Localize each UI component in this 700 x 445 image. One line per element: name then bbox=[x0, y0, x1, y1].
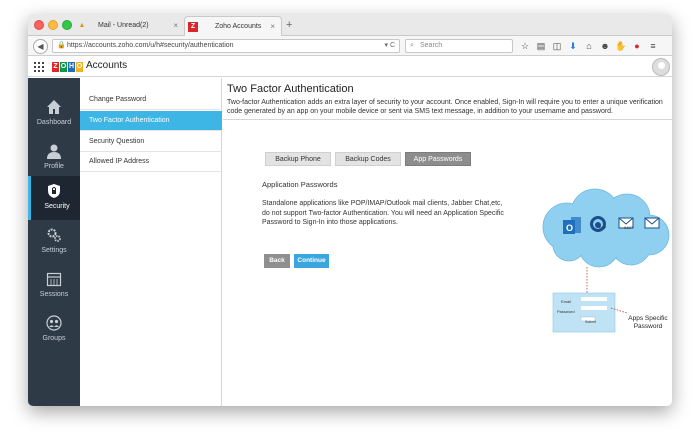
minimize-window-button[interactable] bbox=[48, 20, 58, 30]
subnav-security-question[interactable]: Security Question bbox=[80, 132, 222, 152]
url-bar[interactable]: 🔒 https://accounts.zoho.com/u/h#security… bbox=[52, 39, 400, 53]
search-icon: ⌕ bbox=[410, 42, 414, 49]
emoji-icon[interactable]: ☻ bbox=[599, 39, 611, 53]
continue-button[interactable]: Continue bbox=[294, 254, 329, 268]
imap-label: IMAP bbox=[624, 226, 633, 230]
toolbar-icons: ☆ ▤ ◫ ⬇ ⌂ ☻ ✋ ● ≡ bbox=[519, 39, 659, 53]
nav-dashboard[interactable]: Dashboard bbox=[28, 92, 80, 136]
browser-window: ▲ Mail - Unread(2) × Z Zoho Accounts × +… bbox=[28, 14, 672, 406]
form-submit-label: Submit bbox=[585, 320, 596, 324]
tab-label: Zoho Accounts bbox=[215, 23, 262, 30]
form-email-label: Email bbox=[561, 299, 572, 304]
browser-toolbar: ◀ 🔒 https://accounts.zoho.com/u/h#securi… bbox=[28, 36, 672, 56]
tab-strip: ▲ Mail - Unread(2) × Z Zoho Accounts × + bbox=[28, 14, 672, 36]
home-button-icon[interactable]: ⌂ bbox=[583, 39, 595, 53]
nav-groups[interactable]: Groups bbox=[28, 308, 80, 352]
section-title: Application Passwords bbox=[262, 180, 338, 189]
new-tab-icon[interactable]: + bbox=[286, 16, 292, 34]
back-button[interactable]: Back bbox=[264, 254, 290, 268]
shield-icon bbox=[48, 184, 60, 198]
lock-icon: 🔒 bbox=[57, 42, 66, 49]
adblock-icon[interactable]: ● bbox=[631, 39, 643, 53]
form-password-label: Password bbox=[557, 309, 575, 314]
zoho-logo: Z O H O bbox=[52, 62, 83, 72]
tab-label: Mail - Unread(2) bbox=[98, 22, 149, 29]
close-window-button[interactable] bbox=[34, 20, 44, 30]
cloud-diagram: O bbox=[542, 188, 670, 333]
gear-icon bbox=[47, 228, 61, 242]
reload-icon[interactable]: ▾ C bbox=[384, 40, 395, 52]
app-password-illustration: O POP IMAP Email Password Submit Apps Sp… bbox=[523, 183, 672, 383]
main-content: Two Factor Authentication Two-factor Aut… bbox=[223, 78, 672, 406]
app-title: Accounts bbox=[86, 60, 128, 71]
subnav-allowed-ip[interactable]: Allowed IP Address bbox=[80, 152, 222, 172]
pop-label: POP bbox=[599, 226, 607, 230]
nav-sessions[interactable]: Sessions bbox=[28, 264, 80, 308]
section-text: Standalone applications like POP/IMAP/Ou… bbox=[262, 200, 504, 226]
page-title: Two Factor Authentication bbox=[227, 83, 354, 95]
menu-icon[interactable]: ≡ bbox=[647, 39, 659, 53]
nav-security[interactable]: Security bbox=[28, 176, 80, 220]
app-header: Z O H O Accounts bbox=[28, 57, 672, 77]
url-text: https://accounts.zoho.com/u/h#security/a… bbox=[67, 42, 234, 49]
browser-tab-mail[interactable]: ▲ Mail - Unread(2) × bbox=[74, 16, 184, 36]
person-icon bbox=[47, 144, 61, 159]
subnav-two-factor[interactable]: Two Factor Authentication bbox=[80, 111, 222, 131]
tfa-tabs: Backup Phone Backup Codes App Passwords bbox=[265, 152, 471, 166]
nav-settings[interactable]: Settings bbox=[28, 220, 80, 264]
search-placeholder: Search bbox=[420, 42, 443, 49]
pocket-icon[interactable]: ◫ bbox=[551, 39, 563, 53]
left-nav: Dashboard Profile Security Settings Sess… bbox=[28, 78, 80, 406]
tab-backup-codes[interactable]: Backup Codes bbox=[335, 152, 401, 166]
home-icon bbox=[47, 100, 61, 114]
divider bbox=[223, 119, 672, 120]
calendar-icon bbox=[46, 272, 62, 287]
security-subnav: Change Password Two Factor Authenticatio… bbox=[80, 78, 222, 406]
page-description: Two-factor Authentication adds an extra … bbox=[227, 99, 663, 115]
mail-favicon-icon: ▲ bbox=[78, 22, 86, 29]
tab-close-icon[interactable]: × bbox=[270, 17, 275, 37]
browser-search-input[interactable]: ⌕ Search bbox=[405, 39, 513, 53]
tab-app-passwords[interactable]: App Passwords bbox=[405, 152, 471, 166]
app-grid-icon[interactable] bbox=[34, 62, 44, 72]
illustration-caption: Apps Specific Password bbox=[628, 315, 668, 330]
subnav-change-password[interactable]: Change Password bbox=[80, 90, 222, 110]
avatar[interactable] bbox=[652, 58, 670, 76]
nav-profile[interactable]: Profile bbox=[28, 136, 80, 180]
tab-backup-phone[interactable]: Backup Phone bbox=[265, 152, 331, 166]
extension-icon[interactable]: ✋ bbox=[615, 39, 627, 53]
tab-close-icon[interactable]: × bbox=[173, 16, 178, 36]
back-arrow-icon[interactable]: ◀ bbox=[33, 39, 48, 54]
svg-text:O: O bbox=[566, 223, 573, 233]
browser-tab-zoho[interactable]: Z Zoho Accounts × bbox=[184, 16, 282, 36]
reading-list-icon[interactable]: ▤ bbox=[535, 39, 547, 53]
zoho-favicon-icon: Z bbox=[188, 22, 198, 32]
bookmark-star-icon[interactable]: ☆ bbox=[519, 39, 531, 53]
download-icon[interactable]: ⬇ bbox=[567, 39, 579, 53]
group-icon bbox=[46, 315, 62, 331]
zoom-window-button[interactable] bbox=[62, 20, 72, 30]
